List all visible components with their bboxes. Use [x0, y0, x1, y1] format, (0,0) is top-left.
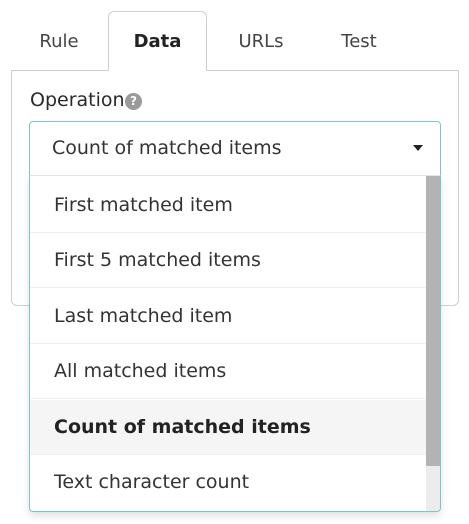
- caret-down-icon: [413, 145, 423, 151]
- option-last-matched-item[interactable]: Last matched item: [30, 289, 426, 344]
- option-first-matched-item[interactable]: First matched item: [30, 178, 426, 233]
- tab-rule[interactable]: Rule: [30, 22, 88, 62]
- option-text-character-count[interactable]: Text character count: [30, 455, 426, 510]
- tab-test[interactable]: Test: [326, 22, 392, 62]
- dropdown-scrollbar-thumb[interactable]: [426, 176, 440, 466]
- tab-data[interactable]: Data: [108, 22, 207, 62]
- operation-label: Operation: [30, 89, 125, 111]
- tab-urls[interactable]: URLs: [228, 22, 294, 62]
- option-count-of-matched-items[interactable]: Count of matched items: [30, 400, 426, 455]
- option-all-matched-items[interactable]: All matched items: [30, 344, 426, 399]
- operation-select[interactable]: Count of matched items: [29, 121, 441, 175]
- operation-dropdown: First matched item First 5 matched items…: [29, 175, 441, 512]
- question-circle-icon[interactable]: ?: [125, 93, 142, 110]
- operation-select-value: Count of matched items: [52, 137, 282, 159]
- option-first-5-matched-items[interactable]: First 5 matched items: [30, 233, 426, 288]
- dropdown-scrollbar[interactable]: [426, 176, 440, 511]
